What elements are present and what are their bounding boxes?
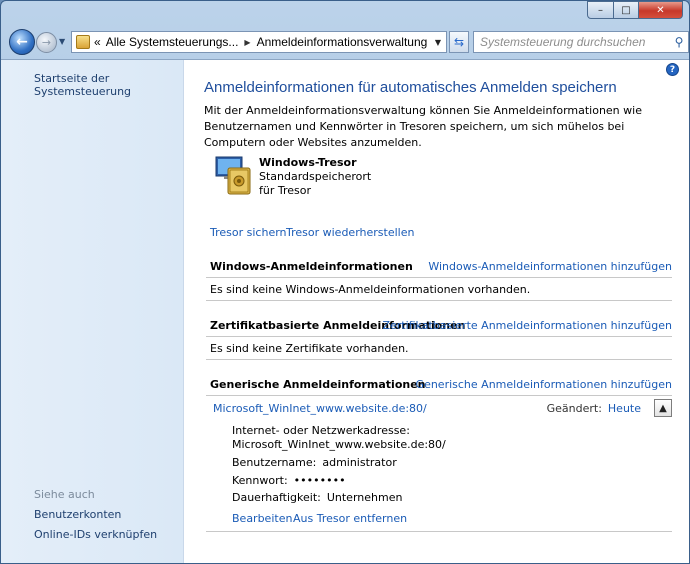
search-box: ⚲: [473, 31, 689, 53]
sidebar: Startseite der Systemsteuerung Siehe auc…: [1, 60, 184, 563]
content-area: Startseite der Systemsteuerung Siehe auc…: [1, 59, 689, 563]
modified-label: Geändert:: [546, 402, 602, 415]
password-label: Kennwort:: [232, 474, 288, 487]
backup-vault-link[interactable]: Tresor sichern: [210, 226, 287, 239]
address-bar[interactable]: « Alle Systemsteuerungs... ▶ Anmeldeinfo…: [71, 31, 447, 53]
add-generic-credential-link[interactable]: Generische Anmeldeinformationen hinzufüg…: [416, 378, 672, 391]
divider: [206, 300, 672, 301]
chevron-down-icon[interactable]: ▼: [430, 38, 446, 47]
windows-credentials-heading: Windows-Anmeldeinformationen: [210, 260, 413, 273]
username-value: administrator: [322, 456, 397, 469]
divider: [206, 336, 672, 337]
password-row: Kennwort: ••••••••: [232, 474, 346, 487]
page-title: Anmeldeinformationen für automatisches A…: [204, 79, 617, 96]
remove-credential-link[interactable]: Aus Tresor entfernen: [293, 512, 407, 525]
add-windows-credential-link[interactable]: Windows-Anmeldeinformationen hinzufügen: [428, 260, 672, 273]
search-input[interactable]: [474, 35, 670, 49]
close-button[interactable]: ✕: [639, 1, 683, 19]
see-also-heading: Siehe auch: [34, 488, 95, 501]
control-panel-icon: [76, 35, 90, 49]
restore-vault-link[interactable]: Tresor wiederherstellen: [286, 226, 414, 239]
sidebar-link-online-ids[interactable]: Online-IDs verknüpfen: [34, 528, 157, 541]
breadcrumb-credential-manager[interactable]: Anmeldeinformationsverwaltung: [257, 35, 428, 49]
main-panel: ? Anmeldeinformationen für automatisches…: [184, 60, 689, 563]
window-frame: – □ ✕ ← → ▼ « Alle Systemsteuerungs... ▶…: [0, 0, 690, 564]
breadcrumb-overflow[interactable]: «: [94, 35, 101, 49]
maximize-button[interactable]: □: [614, 1, 639, 19]
help-icon[interactable]: ?: [666, 63, 679, 76]
divider: [206, 395, 672, 396]
windows-credentials-empty: Es sind keine Windows-Anmeldeinformation…: [210, 283, 531, 296]
back-button[interactable]: ←: [9, 29, 35, 55]
vault-title: Windows-Tresor: [259, 156, 357, 169]
search-icon[interactable]: ⚲: [670, 35, 688, 49]
generic-credentials-heading: Generische Anmeldeinformationen: [210, 378, 426, 391]
sidebar-home-link[interactable]: Startseite der Systemsteuerung: [34, 72, 183, 98]
chevron-up-icon: ▲: [659, 402, 667, 414]
modified-value: Heute: [607, 402, 641, 415]
sidebar-link-user-accounts[interactable]: Benutzerkonten: [34, 508, 121, 521]
divider: [206, 531, 672, 532]
chevron-right-icon[interactable]: ▶: [244, 38, 250, 47]
vault-icon: [215, 156, 251, 195]
refresh-icon: ⇆: [453, 35, 465, 49]
arrow-left-icon: ←: [16, 34, 28, 50]
address-value: Microsoft_WinInet_www.website.de:80/: [232, 438, 446, 451]
persistence-row: Dauerhaftigkeit: Unternehmen: [232, 491, 402, 504]
refresh-button[interactable]: ⇆: [449, 31, 469, 53]
persistence-label: Dauerhaftigkeit:: [232, 491, 321, 504]
forward-button[interactable]: →: [36, 32, 57, 53]
edit-credential-link[interactable]: Bearbeiten: [232, 512, 292, 525]
divider: [206, 359, 672, 360]
username-label: Benutzername:: [232, 456, 317, 469]
recent-pages-dropdown[interactable]: ▼: [59, 37, 65, 46]
add-certificate-credential-link[interactable]: Zertifikatbasierte Anmeldeinformationen …: [382, 319, 672, 332]
persistence-value: Unternehmen: [326, 491, 403, 504]
caption-buttons: – □ ✕: [587, 1, 683, 19]
intro-text: Mit der Anmeldeinformationsverwaltung kö…: [204, 104, 642, 149]
password-value: ••••••••: [293, 474, 346, 487]
arrow-right-icon: →: [41, 36, 52, 49]
username-row: Benutzername: administrator: [232, 456, 397, 469]
address-label: Internet- oder Netzwerkadresse:: [232, 424, 410, 437]
certificate-credentials-empty: Es sind keine Zertifikate vorhanden.: [210, 342, 409, 355]
minimize-button[interactable]: –: [587, 1, 614, 19]
credential-modified: Geändert: Heute: [547, 402, 641, 415]
vault-subtitle: Standardspeicherort für Tresor: [259, 170, 372, 197]
collapse-button[interactable]: ▲: [654, 399, 672, 417]
breadcrumb-control-panel[interactable]: Alle Systemsteuerungs...: [106, 35, 239, 49]
navigation-bar: ← → ▼ « Alle Systemsteuerungs... ▶ Anmel…: [7, 29, 689, 55]
credential-entry-name[interactable]: Microsoft_WinInet_www.website.de:80/: [213, 402, 427, 415]
divider: [206, 277, 672, 278]
